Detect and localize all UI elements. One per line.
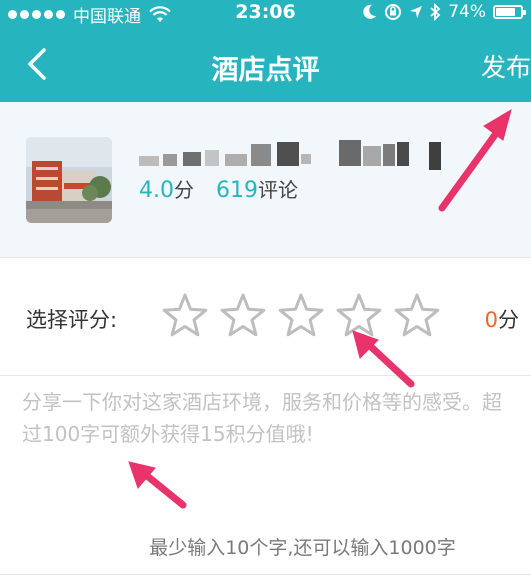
location-icon	[410, 6, 423, 18]
review-count: 619	[216, 178, 258, 203]
rotation-lock-icon	[385, 4, 402, 20]
hotel-name-blurred	[133, 140, 443, 170]
rating-row: 选择评分: 0分	[0, 258, 531, 376]
selected-score-unit: 分	[498, 308, 519, 332]
chevron-left-icon	[28, 48, 46, 80]
star-button-1[interactable]	[160, 291, 210, 341]
selected-score-value: 0	[484, 308, 498, 332]
hotel-review-screen: 中国联通 23:06 74% 酒店点评 发布 4.0 分 619 评论 选择评分…	[0, 0, 531, 582]
rating-label: 选择评分:	[26, 308, 118, 332]
star-button-2[interactable]	[218, 291, 268, 341]
status-bar: 中国联通 23:06 74%	[0, 0, 531, 27]
battery-percent: 74%	[448, 2, 486, 22]
hotel-score-value: 4.0	[139, 178, 174, 203]
moon-icon	[363, 4, 377, 19]
star-icon	[278, 293, 324, 337]
star-button-4[interactable]	[334, 291, 384, 341]
review-count-unit: 评论	[258, 178, 298, 202]
star-icon	[394, 293, 440, 337]
status-right: 74%	[363, 2, 526, 22]
comment-input[interactable]	[22, 386, 518, 506]
nav-bar: 酒店点评 发布	[0, 26, 531, 102]
star-icon	[336, 293, 382, 337]
char-count-hint: 最少输入10个字,还可以输入1000字	[149, 537, 456, 559]
battery-icon	[493, 5, 526, 19]
selected-score: 0分	[485, 304, 519, 334]
star-icon	[220, 293, 266, 337]
hotel-meta: 4.0 分 619 评论	[139, 174, 298, 203]
publish-button[interactable]: 发布	[481, 48, 531, 84]
back-button[interactable]	[20, 44, 60, 84]
star-icon	[162, 293, 208, 337]
hotel-thumbnail	[26, 137, 112, 223]
page-title: 酒店点评	[211, 55, 320, 86]
star-rating	[160, 291, 442, 341]
hotel-score-unit: 分	[174, 178, 194, 202]
header: 中国联通 23:06 74% 酒店点评 发布	[0, 0, 531, 102]
bluetooth-icon	[430, 3, 441, 21]
star-button-3[interactable]	[276, 291, 326, 341]
hotel-info-card: 4.0 分 619 评论	[0, 102, 531, 258]
star-button-5[interactable]	[392, 291, 442, 341]
divider	[0, 574, 531, 575]
